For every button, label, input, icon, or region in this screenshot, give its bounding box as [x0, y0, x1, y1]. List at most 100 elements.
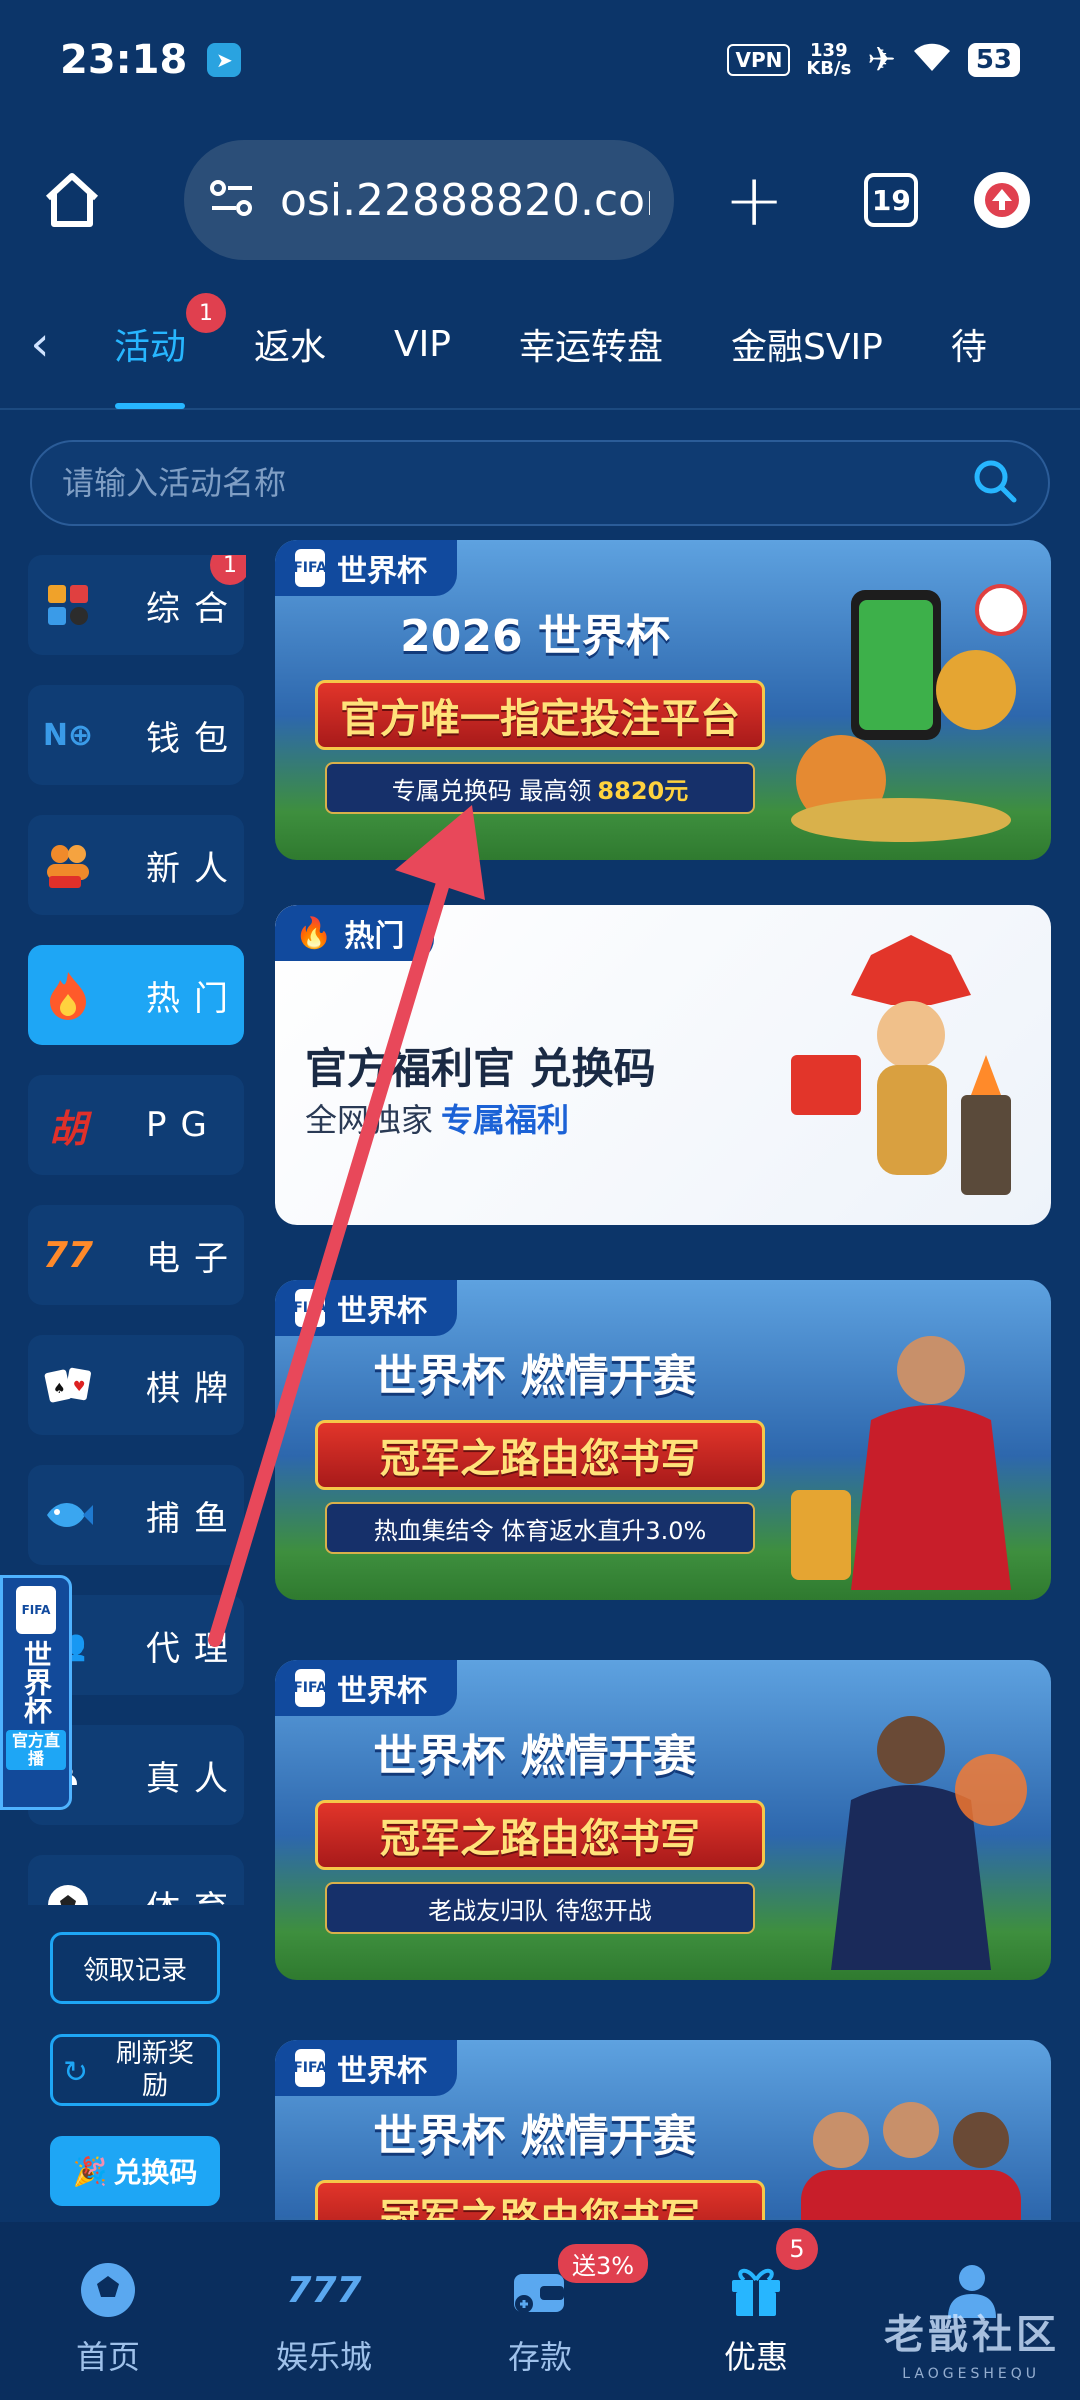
- new-tab-icon[interactable]: +: [724, 164, 784, 236]
- mascot-phone-illustration: [791, 584, 1027, 842]
- network-speed: 139 KB/s: [806, 40, 852, 79]
- flame-icon: [40, 967, 96, 1023]
- banner-ribbon: 冠军之路由您书写: [315, 1800, 765, 1870]
- sidebar-item-newbie[interactable]: 新人: [28, 815, 244, 915]
- banner-tag: FIFA 世界杯: [275, 2040, 457, 2096]
- flame-icon: 🔥: [295, 915, 333, 951]
- redeem-code-button[interactable]: 🎉 兑换码: [50, 2136, 220, 2206]
- banner-subtitle: 专属兑换码 最高领 8820元: [325, 762, 755, 814]
- promo-banner-list: FIFA 世界杯 2026 世界杯 官方唯一指定投注平台 专属兑换码 最高领 882…: [275, 540, 1051, 2220]
- refresh-icon: ↻: [63, 2055, 89, 2090]
- banner-subtitle: 热血集结令 体育返水直升3.0%: [325, 1502, 755, 1554]
- banner-title: 世界杯 燃情开赛: [373, 1351, 697, 1402]
- sidebar-item-general[interactable]: 综合 1: [28, 555, 246, 655]
- tab-switcher-button[interactable]: 19: [864, 173, 919, 227]
- wallet-icon: N⊕: [42, 717, 94, 753]
- tab-finance-svip[interactable]: 金融SVIP: [697, 279, 917, 409]
- fifa-trophy-icon: FIFA: [16, 1586, 56, 1634]
- soccer-ball-icon: [76, 2258, 140, 2322]
- promo-banner-worldcup-team[interactable]: FIFA 世界杯 世界杯 燃情开赛 冠军之路由您书写: [275, 2040, 1051, 2220]
- banner-ribbon: 冠军之路由您书写: [315, 1420, 765, 1490]
- promotions-badge: 5: [776, 2228, 818, 2270]
- tab-rebate[interactable]: 返水: [220, 279, 360, 409]
- slot-777-icon: 777: [286, 2269, 362, 2311]
- tab-vip[interactable]: VIP: [360, 279, 485, 409]
- nav-casino[interactable]: 777 娱乐城: [216, 2258, 432, 2378]
- bottom-navigation: 首页 777 娱乐城 送3% 存款 5 优惠 老戬社区 LAOGESHEQU: [0, 2222, 1080, 2400]
- confetti-icon: 🎉: [72, 2154, 108, 2188]
- battery-icon: 53: [967, 43, 1020, 77]
- banner-title: 世界杯 燃情开赛: [373, 1731, 697, 1782]
- aztec-warrior-illustration: [791, 935, 1011, 1195]
- world-cup-float-widget[interactable]: FIFA 世界杯 官方直播: [0, 1575, 72, 1810]
- address-bar[interactable]: osi.22888820.com: [184, 140, 674, 260]
- fifa-trophy-icon: FIFA: [293, 1289, 327, 1327]
- site-settings-icon[interactable]: [208, 178, 256, 222]
- banner-ribbon: 冠军之路由您书写: [315, 2180, 765, 2220]
- status-bar: 23:18 ➤ VPN 139 KB/s ✈ 53: [0, 0, 1080, 120]
- banner-tag: FIFA 世界杯: [275, 1280, 457, 1336]
- tab-activity[interactable]: 活动 1: [80, 279, 227, 409]
- svg-text:♠: ♠: [53, 1381, 66, 1397]
- wifi-icon: [912, 41, 952, 79]
- nav-promotions[interactable]: 5 优惠: [648, 2228, 864, 2378]
- vpn-icon: VPN: [727, 44, 791, 76]
- banner-title: 2026 世界杯: [400, 611, 670, 662]
- promo-banner-worldcup-2026[interactable]: FIFA 世界杯 2026 世界杯 官方唯一指定投注平台 专属兑换码 最高领 882…: [275, 540, 1051, 860]
- promo-banner-worldcup-veterans[interactable]: FIFA 世界杯 世界杯 燃情开赛 冠军之路由您书写 老战友归队 待您开战: [275, 1660, 1051, 1980]
- fifa-trophy-icon: FIFA: [293, 1669, 327, 1707]
- nav-deposit[interactable]: 送3% 存款: [432, 2244, 649, 2378]
- sidebar-item-hot[interactable]: 热门: [28, 945, 244, 1045]
- promo-banner-worldcup-rebate[interactable]: FIFA 世界杯 世界杯 燃情开赛 冠军之路由您书写 热血集结令 体育返水直升3.…: [275, 1280, 1051, 1600]
- banner-tag: FIFA 世界杯: [275, 1660, 457, 1716]
- fish-icon: [40, 1487, 96, 1543]
- soccer-ball-icon: [40, 1877, 96, 1905]
- activity-search: [30, 440, 1050, 526]
- banner-tag: FIFA 世界杯: [275, 540, 457, 596]
- category-tabs: ‹ 活动 1 返水 VIP 幸运转盘 金融SVIP 待: [0, 280, 1080, 410]
- watermark-subtext: LAOGESHEQU: [902, 2366, 1040, 2382]
- football-player-illustration: [831, 1716, 1027, 1970]
- telegram-icon: ➤: [207, 43, 242, 77]
- banner-subtitle: 老战友归队 待您开战: [325, 1882, 755, 1934]
- tab-lucky-wheel[interactable]: 幸运转盘: [485, 279, 697, 409]
- pg-logo-icon: 胡: [48, 1106, 87, 1151]
- svg-text:♥: ♥: [73, 1379, 86, 1395]
- url-text: osi.22888820.com: [280, 174, 650, 226]
- airplane-icon: ✈: [867, 40, 896, 80]
- search-input[interactable]: [62, 464, 972, 502]
- banner-subtitle: 全网独家 专属福利: [305, 1101, 570, 1139]
- banner-ribbon: 官方唯一指定投注平台: [315, 680, 765, 750]
- chevron-left-icon[interactable]: ‹: [0, 316, 80, 372]
- promo-banner-welfare-code[interactable]: 🔥 热门 官方福利官 兑换码 全网独家 专属福利: [275, 905, 1051, 1225]
- home-icon[interactable]: [40, 168, 104, 232]
- sidebar-item-fishing[interactable]: 捕鱼: [28, 1465, 244, 1565]
- sidebar-item-chess[interactable]: ♠ ♥ 棋牌: [28, 1335, 244, 1435]
- fifa-trophy-icon: FIFA: [293, 2049, 327, 2087]
- nav-home[interactable]: 首页: [0, 2258, 216, 2378]
- football-player-illustration: [791, 1336, 1011, 1590]
- cards-icon: ♠ ♥: [40, 1357, 96, 1413]
- players-group-illustration: [801, 2102, 1021, 2220]
- status-icons: VPN 139 KB/s ✈ 53: [727, 40, 1020, 80]
- sidebar-item-sports[interactable]: 体育: [28, 1855, 244, 1905]
- browser-toolbar: osi.22888820.com + 19: [0, 130, 1080, 270]
- claim-records-button[interactable]: 领取记录: [50, 1932, 220, 2004]
- slot-77-icon: 77: [42, 1234, 94, 1276]
- gift-icon: [724, 2258, 788, 2322]
- sidebar-item-electronic[interactable]: 77 电子: [28, 1205, 244, 1305]
- fifa-trophy-icon: FIFA: [293, 549, 327, 587]
- clock: 23:18: [60, 37, 188, 83]
- banner-title: 官方福利官 兑换码: [305, 1044, 656, 1093]
- sidebar-item-pg[interactable]: 胡 PG: [28, 1075, 244, 1175]
- new-user-icon: [40, 837, 96, 893]
- search-icon[interactable]: [972, 458, 1018, 508]
- watermark-logo: 老戬社区: [884, 2312, 1060, 2358]
- banner-title: 世界杯 燃情开赛: [373, 2111, 697, 2162]
- sidebar-item-wallet[interactable]: N⊕ 钱包: [28, 685, 244, 785]
- tab-more[interactable]: 待: [917, 279, 1021, 409]
- grid-icon: [40, 577, 96, 633]
- refresh-rewards-button[interactable]: ↻ 刷新奖励: [50, 2034, 220, 2106]
- update-icon[interactable]: [974, 172, 1030, 228]
- deposit-bonus-badge: 送3%: [558, 2244, 649, 2283]
